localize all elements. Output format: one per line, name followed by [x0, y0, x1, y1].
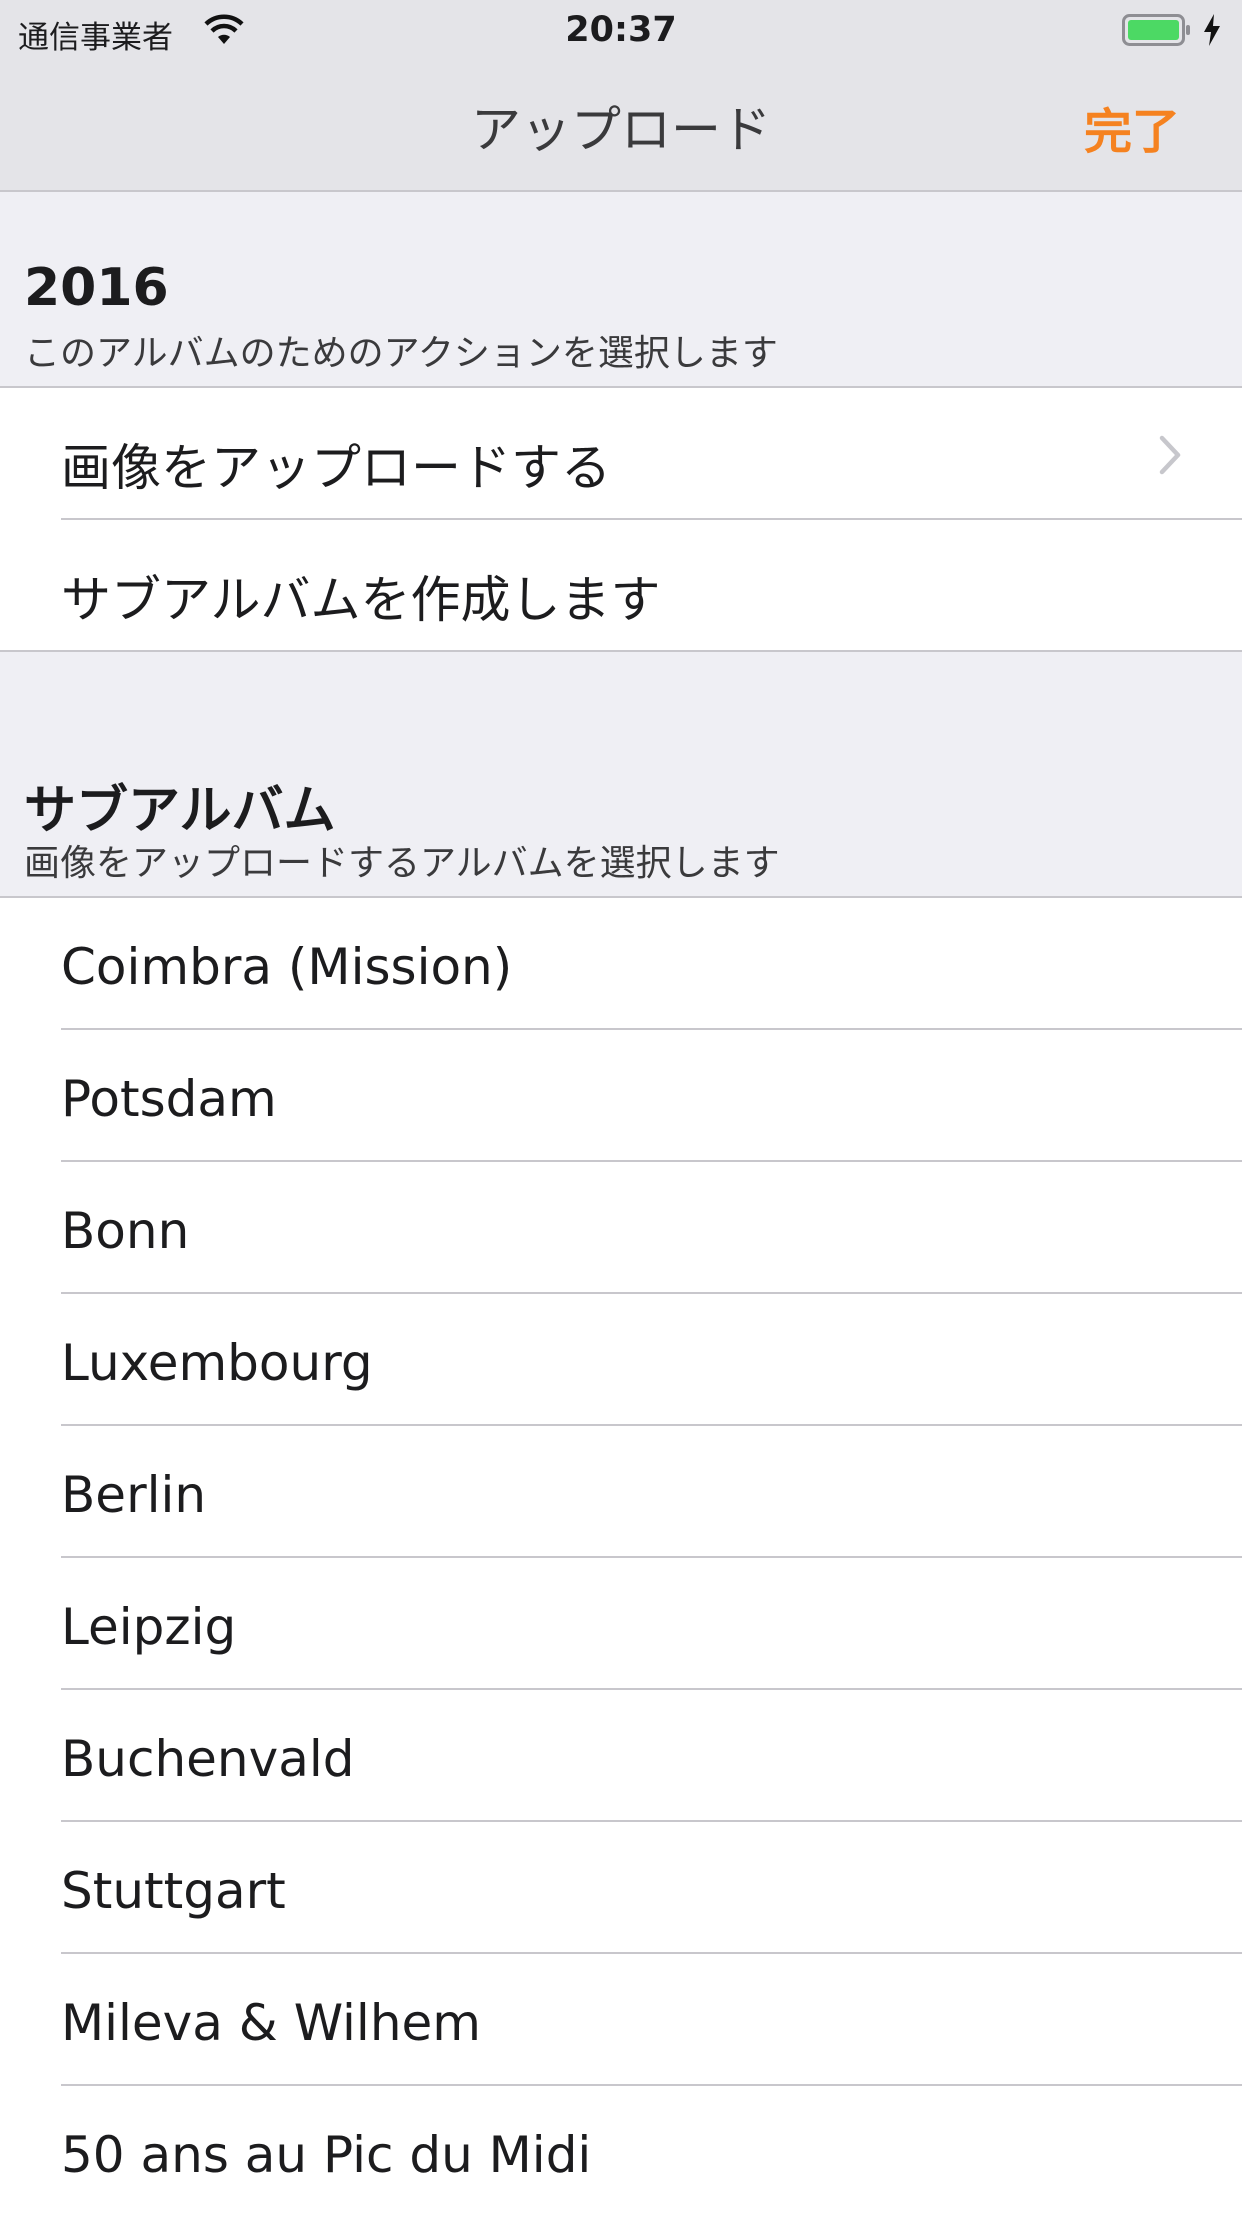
subalbum-row[interactable]: Potsdam [0, 1030, 1242, 1162]
section-title: サブアルバム [24, 781, 336, 841]
row-label: Potsdam [61, 1070, 277, 1128]
section-header-subalbums: サブアルバム 画像をアップロードするアルバムを選択します [0, 652, 1242, 898]
row-label: 画像をアップロードする [61, 439, 611, 497]
page-title: アップロード [471, 101, 771, 159]
status-time: 20:37 [565, 10, 677, 50]
subalbum-row[interactable]: Luxembourg [0, 1294, 1242, 1426]
section-header-actions: 2016 このアルバムのためのアクションを選択します [0, 192, 1242, 388]
subalbum-list: Coimbra (Mission) Potsdam Bonn Luxembour… [0, 896, 1242, 2236]
done-button[interactable]: 完了 [1084, 92, 1180, 162]
subalbum-row[interactable]: Bonn [0, 1162, 1242, 1294]
row-label: Bonn [61, 1202, 190, 1260]
chevron-right-icon [1159, 435, 1181, 475]
status-bar: 通信事業者 20:37 [0, 0, 1242, 60]
upload-images-row[interactable]: 画像をアップロードする [0, 388, 1242, 520]
section-subtitle: 画像をアップロードするアルバムを選択します [24, 843, 780, 884]
subalbum-row[interactable]: Buchenvald [0, 1690, 1242, 1822]
row-label: Luxembourg [61, 1334, 373, 1392]
create-subalbum-row[interactable]: サブアルバムを作成します [0, 520, 1242, 652]
row-label: 50 ans au Pic du Midi [61, 2126, 592, 2184]
subalbum-row[interactable]: Coimbra (Mission) [0, 898, 1242, 1030]
subalbum-row[interactable]: Berlin [0, 1426, 1242, 1558]
row-label: Coimbra (Mission) [61, 938, 513, 996]
row-label: Stuttgart [61, 1862, 286, 1920]
battery-icon [1122, 14, 1190, 46]
row-label: Buchenvald [61, 1730, 355, 1788]
subalbum-row[interactable]: Leipzig [0, 1558, 1242, 1690]
actions-list: 画像をアップロードする サブアルバムを作成します [0, 386, 1242, 652]
section-subtitle: このアルバムのためのアクションを選択します [24, 333, 778, 374]
navigation-bar: アップロード 完了 [0, 60, 1242, 192]
row-label: Leipzig [61, 1598, 237, 1656]
row-label: Berlin [61, 1466, 207, 1524]
section-title: 2016 [24, 258, 169, 318]
subalbum-row[interactable]: Mileva & Wilhem [0, 1954, 1242, 2086]
subalbum-row[interactable]: 50 ans au Pic du Midi [0, 2086, 1242, 2218]
charging-bolt-icon [1204, 14, 1220, 46]
subalbum-row[interactable]: Stuttgart [0, 1822, 1242, 1954]
row-label: サブアルバムを作成します [61, 571, 661, 629]
row-label: Mileva & Wilhem [61, 1994, 481, 2052]
